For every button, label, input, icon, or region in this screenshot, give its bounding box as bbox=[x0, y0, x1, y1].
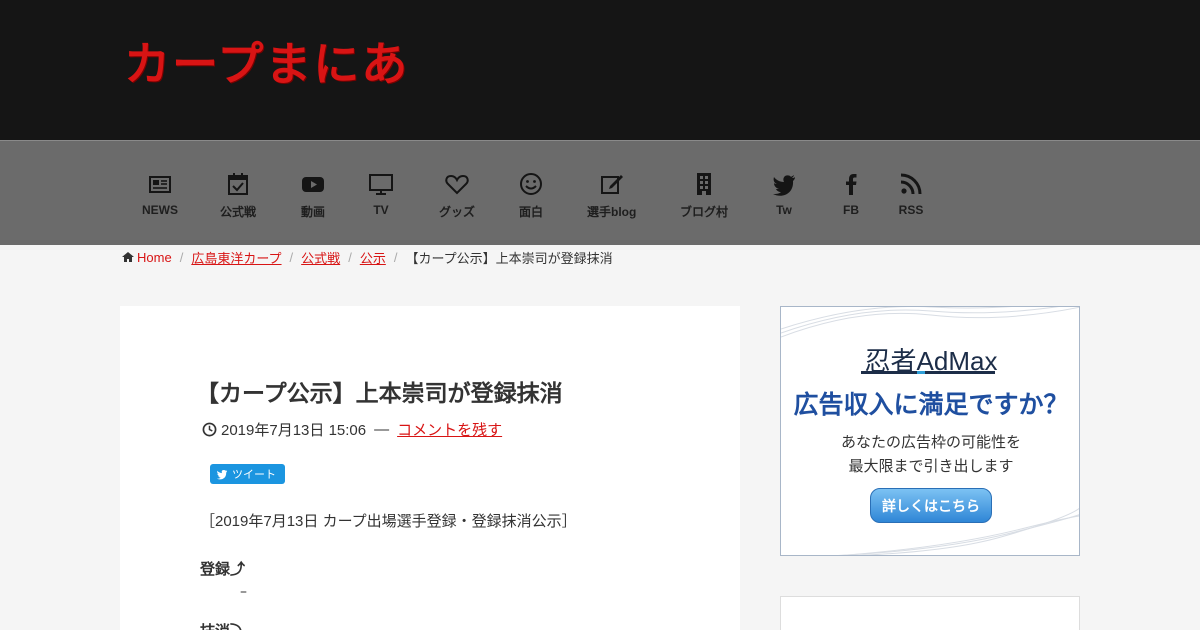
leave-comment-link[interactable]: コメントを残す bbox=[397, 419, 502, 440]
main-nav: NEWS 公式戦 動画 TV グッズ 面白 選手blog ブログ村 Tw FB … bbox=[0, 140, 1200, 245]
tweet-button[interactable]: ツイート bbox=[210, 464, 285, 484]
site-header: カープまにあ bbox=[0, 0, 1200, 140]
breadcrumb: Home / 広島東洋カープ / 公式戦 / 公示 / 【カープ公示】上本崇司が… bbox=[122, 248, 613, 266]
nav-item-label: 公式戦 bbox=[220, 205, 257, 219]
nav-item-label: 動画 bbox=[300, 205, 325, 219]
breadcrumb-separator: / bbox=[289, 249, 294, 265]
post-meta: 2019年7月13日 15:06 — コメントを残す bbox=[202, 419, 502, 440]
post-title: 【カープ公示】上本崇司が登録抹消 bbox=[196, 381, 563, 407]
twitter-icon bbox=[216, 469, 228, 480]
nav-item-rss[interactable]: RSS bbox=[898, 171, 924, 217]
nav-item-blog-village[interactable]: ブログ村 bbox=[680, 171, 728, 220]
breadcrumb-separator: / bbox=[348, 249, 352, 265]
edit-icon bbox=[600, 175, 623, 194]
smile-icon bbox=[520, 173, 542, 195]
breadcrumb-current: 【カープ公示】上本崇司が登録抹消 bbox=[405, 250, 613, 266]
nav-item-label: TV bbox=[373, 203, 389, 217]
twitter-icon bbox=[773, 175, 795, 196]
nav-item-funny[interactable]: 面白 bbox=[518, 171, 544, 220]
nav-item-player-blog[interactable]: 選手blog bbox=[587, 171, 636, 220]
nav-item-label: グッズ bbox=[439, 205, 476, 219]
youtube-icon bbox=[302, 177, 324, 192]
nav-item-label: Tw bbox=[776, 203, 792, 217]
heart-icon bbox=[445, 174, 469, 195]
nav-item-goods[interactable]: グッズ bbox=[439, 171, 475, 220]
nav-item-label: ブログ村 bbox=[680, 205, 729, 219]
ad-brand-underline bbox=[861, 371, 995, 374]
nav-item-twitter[interactable]: Tw bbox=[771, 171, 797, 217]
facebook-icon bbox=[846, 174, 857, 195]
ad-brand-accent bbox=[917, 371, 925, 374]
ad-details-button[interactable]: 詳しくはこちら bbox=[870, 488, 992, 523]
registered-heading: 登録⤴ bbox=[200, 560, 246, 578]
post-date: 2019年7月13日 15:06 bbox=[221, 422, 367, 439]
ad-line-1: あなたの広告枠の可能性を bbox=[840, 433, 1021, 451]
site-logo[interactable]: カープまにあ bbox=[124, 28, 409, 94]
nav-item-label: 選手blog bbox=[587, 205, 637, 219]
monitor-icon bbox=[369, 174, 393, 195]
ad-headline: 広告収入に満足ですか？ bbox=[793, 390, 1069, 419]
nav-item-facebook[interactable]: FB bbox=[838, 171, 864, 217]
tweet-button-label: ツイート bbox=[232, 469, 276, 481]
nav-item-tv[interactable]: TV bbox=[368, 171, 394, 217]
breadcrumb-home[interactable]: Home bbox=[137, 250, 172, 265]
post-lead: ［2019年7月13日 カープ出場選手登録・登録抹消公示］ bbox=[200, 513, 577, 530]
home-icon bbox=[122, 252, 134, 262]
nav-item-label: NEWS bbox=[142, 203, 178, 217]
sidebar-widget bbox=[780, 596, 1080, 630]
nav-item-label: FB bbox=[843, 203, 859, 217]
building-icon bbox=[697, 173, 711, 195]
meta-separator: — bbox=[374, 421, 390, 438]
breadcrumb-item-official-games[interactable]: 公式戦 bbox=[301, 248, 340, 267]
calendar-check-icon bbox=[228, 173, 248, 195]
registered-value: – bbox=[240, 584, 247, 600]
ad-line-2: 最大限まで引き出します bbox=[848, 457, 1014, 475]
breadcrumb-separator: / bbox=[179, 249, 184, 265]
clock-icon bbox=[202, 422, 217, 437]
removed-heading: 抹消⤵ bbox=[200, 620, 245, 630]
nav-item-label: RSS bbox=[898, 203, 924, 217]
sidebar-ad-banner[interactable]: 忍者AdMax 広告収入に満足ですか？ あなたの広告枠の可能性を 最大限まで引き… bbox=[780, 306, 1080, 556]
breadcrumb-separator: / bbox=[393, 249, 398, 265]
article-card: 【カープ公示】上本崇司が登録抹消 2019年7月13日 15:06 — コメント… bbox=[120, 306, 740, 630]
nav-item-video[interactable]: 動画 bbox=[300, 171, 326, 220]
breadcrumb-item-carp[interactable]: 広島東洋カープ bbox=[191, 248, 281, 267]
newspaper-icon bbox=[149, 176, 171, 193]
nav-item-official-games[interactable]: 公式戦 bbox=[220, 171, 256, 220]
nav-item-label: 面白 bbox=[518, 205, 543, 219]
rss-icon bbox=[900, 173, 922, 195]
nav-item-news[interactable]: NEWS bbox=[142, 171, 178, 217]
breadcrumb-item-announcement[interactable]: 公示 bbox=[360, 248, 386, 267]
